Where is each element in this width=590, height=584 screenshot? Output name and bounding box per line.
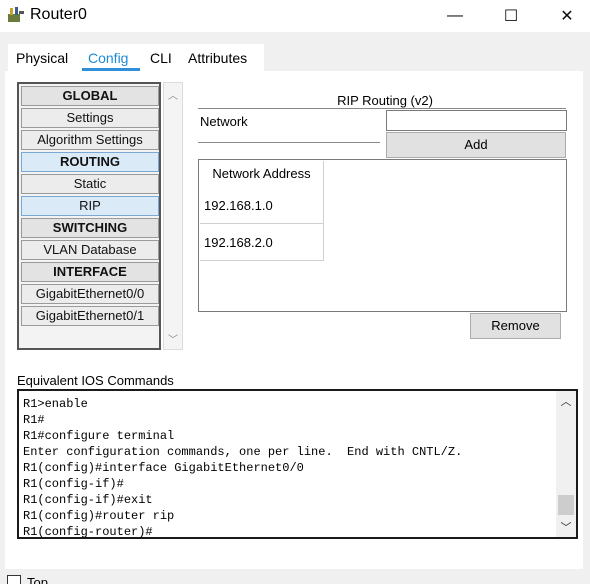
ios-commands-label: Equivalent IOS Commands: [17, 373, 174, 388]
sidebar-item-settings[interactable]: Settings: [21, 108, 159, 128]
sidebar-item-gigabitethernet0-0[interactable]: GigabitEthernet0/0: [21, 284, 159, 304]
maximize-button[interactable]: ☐: [488, 0, 534, 32]
console-scroll-down-icon[interactable]: ﹀: [556, 519, 576, 535]
tab-attributes[interactable]: Attributes: [180, 44, 264, 71]
console-scrollbar[interactable]: ︿ ﹀: [556, 391, 576, 537]
network-divider: [198, 142, 380, 143]
console-line: R1(config)#router rip: [23, 509, 175, 523]
minimize-button[interactable]: —: [432, 0, 478, 32]
console-line: R1(config-if)#: [23, 477, 124, 491]
tab-config-label: Config: [88, 50, 129, 66]
network-address-row[interactable]: 192.168.2.0: [200, 224, 324, 261]
rip-title-divider: [198, 108, 566, 109]
network-label: Network: [200, 114, 248, 129]
ios-commands-console[interactable]: R1>enable R1# R1#configure terminal Ente…: [17, 389, 578, 539]
add-button[interactable]: Add: [386, 132, 566, 158]
sidebar-item-vlan-database[interactable]: VLAN Database: [21, 240, 159, 260]
sidebar-header-switching[interactable]: SWITCHING: [21, 218, 159, 238]
sidebar-item-rip[interactable]: RIP: [21, 196, 159, 216]
console-scroll-thumb[interactable]: [558, 495, 574, 515]
sidebar-item-algorithm-settings[interactable]: Algorithm Settings: [21, 130, 159, 150]
console-line: R1>enable: [23, 397, 88, 411]
sidebar-item-static[interactable]: Static: [21, 174, 159, 194]
console-line: R1#: [23, 413, 45, 427]
close-button[interactable]: ✕: [544, 0, 590, 32]
tab-config[interactable]: Config: [80, 44, 142, 71]
rip-routing-title: RIP Routing (v2): [337, 93, 433, 108]
console-scroll-up-icon[interactable]: ︿: [556, 393, 576, 409]
top-label: Top: [27, 575, 48, 584]
top-checkbox[interactable]: [7, 575, 21, 584]
sidebar-scrollbar[interactable]: ︿ ﹀: [163, 82, 183, 350]
sidebar-header-global[interactable]: GLOBAL: [21, 86, 159, 106]
window-title: Router0: [30, 6, 87, 23]
remove-button[interactable]: Remove: [470, 313, 561, 339]
scroll-up-icon[interactable]: ︿: [164, 87, 182, 102]
network-address-row[interactable]: 192.168.1.0: [200, 187, 324, 224]
config-sidebar: GLOBAL Settings Algorithm Settings ROUTI…: [17, 82, 161, 350]
console-line: Enter configuration commands, one per li…: [23, 445, 463, 459]
tab-cli[interactable]: CLI: [142, 44, 180, 71]
console-line: R1(config-if)#exit: [23, 493, 153, 507]
console-line: R1#configure terminal: [23, 429, 175, 443]
sidebar-header-routing[interactable]: ROUTING: [21, 152, 159, 172]
title-bar: Router0 — ☐ ✕: [0, 0, 590, 32]
sidebar-item-gigabitethernet0-1[interactable]: GigabitEthernet0/1: [21, 306, 159, 326]
console-line: R1(config)#interface GigabitEthernet0/0: [23, 461, 304, 475]
sidebar-header-interface[interactable]: INTERFACE: [21, 262, 159, 282]
console-line: R1(config-router)#: [23, 525, 153, 539]
network-address-table: Network Address 192.168.1.0 192.168.2.0: [198, 159, 567, 312]
scroll-down-icon[interactable]: ﹀: [164, 331, 182, 346]
tab-physical[interactable]: Physical: [8, 44, 80, 71]
router-app-icon: [8, 7, 24, 22]
network-address-header: Network Address: [200, 161, 324, 187]
network-input[interactable]: [386, 110, 567, 131]
console-text: R1>enable R1# R1#configure terminal Ente…: [23, 396, 553, 540]
